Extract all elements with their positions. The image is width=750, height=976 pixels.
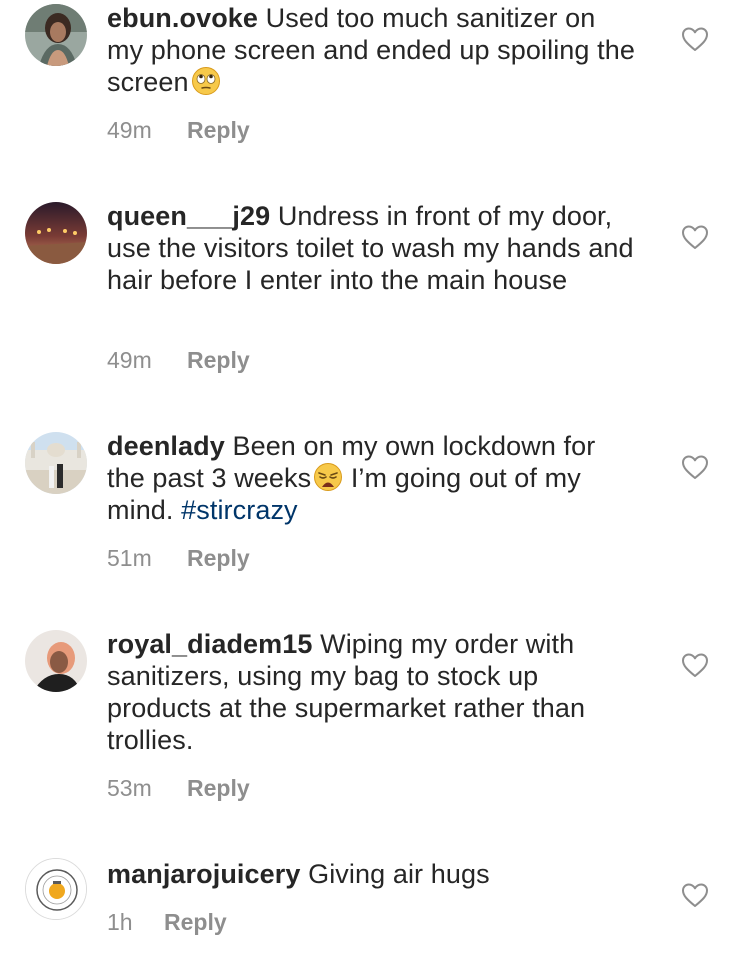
weary-face-icon xyxy=(313,462,343,492)
comment-meta: 53m Reply xyxy=(107,774,250,802)
comment-meta: 51m Reply xyxy=(107,544,250,572)
comment-timestamp: 1h xyxy=(107,909,133,935)
comment-timestamp: 53m xyxy=(107,775,152,801)
hashtag-link[interactable]: #stircrazy xyxy=(181,495,298,525)
comment-text: deenlady Been on my own lockdown for the… xyxy=(107,430,637,526)
comment-text: royal_diadem15 Wiping my order with sani… xyxy=(107,628,637,756)
comment-timestamp: 49m xyxy=(107,117,152,143)
comment-timestamp: 51m xyxy=(107,545,152,571)
reply-button[interactable]: Reply xyxy=(187,545,250,571)
reply-button[interactable]: Reply xyxy=(187,117,250,143)
comment-username[interactable]: royal_diadem15 xyxy=(107,629,313,659)
comment-username[interactable]: ebun.ovoke xyxy=(107,3,258,33)
like-heart-icon[interactable] xyxy=(681,882,709,908)
reply-button[interactable]: Reply xyxy=(164,909,227,935)
comment-timestamp: 49m xyxy=(107,347,152,373)
comment-username[interactable]: queen___j29 xyxy=(107,201,270,231)
comment-body: Giving air hugs xyxy=(308,859,490,889)
comment-username[interactable]: manjarojuicery xyxy=(107,859,301,889)
avatar[interactable] xyxy=(25,630,87,692)
comment-meta: 49m Reply xyxy=(107,346,250,374)
avatar[interactable] xyxy=(25,4,87,66)
avatar[interactable] xyxy=(25,858,87,920)
comment-text: manjarojuicery Giving air hugs xyxy=(107,858,637,890)
comment-text: ebun.ovoke Used too much sanitizer on my… xyxy=(107,2,637,98)
reply-button[interactable]: Reply xyxy=(187,347,250,373)
avatar[interactable] xyxy=(25,432,87,494)
like-heart-icon[interactable] xyxy=(681,26,709,52)
comment-text: queen___j29 Undress in front of my door,… xyxy=(107,200,637,296)
reply-button[interactable]: Reply xyxy=(187,775,250,801)
comment-username[interactable]: deenlady xyxy=(107,431,225,461)
like-heart-icon[interactable] xyxy=(681,454,709,480)
like-heart-icon[interactable] xyxy=(681,224,709,250)
avatar[interactable] xyxy=(25,202,87,264)
comment-meta: 49m Reply xyxy=(107,116,250,144)
face-with-rolling-eyes-icon xyxy=(191,66,221,96)
like-heart-icon[interactable] xyxy=(681,652,709,678)
comment-meta: 1h Reply xyxy=(107,908,227,936)
